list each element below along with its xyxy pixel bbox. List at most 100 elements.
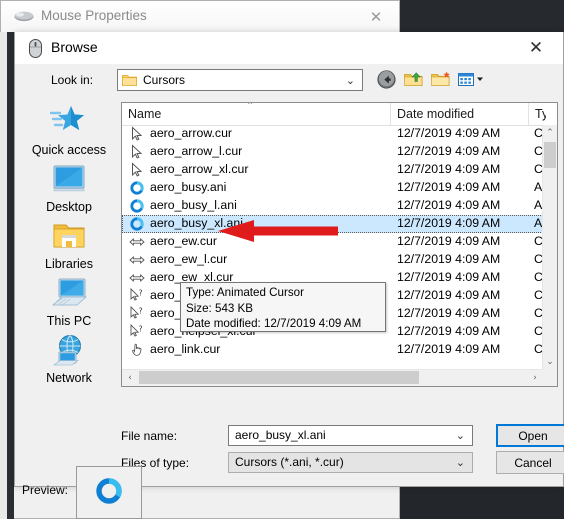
file-date-modified: 12/7/2019 4:09 AM — [397, 162, 501, 176]
table-row[interactable]: aero_ew_l.cur12/7/2019 4:09 AMCu — [122, 251, 545, 269]
help-select-cursor-icon: ? — [129, 305, 145, 322]
mouse-icon — [29, 39, 42, 58]
files-of-type-value: Cursors (*.ani, *.cur) — [235, 455, 344, 469]
browse-dialog-title: Browse — [51, 39, 98, 55]
chevron-down-icon[interactable]: ⌄ — [456, 429, 465, 442]
file-date-modified: 12/7/2019 4:09 AM — [397, 126, 501, 140]
sidebar-item-label: Libraries — [45, 257, 93, 271]
this-pc-icon — [21, 273, 117, 313]
file-date-modified: 12/7/2019 4:09 AM — [397, 324, 501, 338]
file-name: aero_arrow_l.cur — [150, 144, 243, 158]
link-hand-cursor-icon — [129, 342, 145, 358]
files-of-type-select[interactable]: Cursors (*.ani, *.cur) ⌄ — [228, 452, 473, 473]
file-date-modified: 12/7/2019 4:09 AM — [397, 288, 501, 302]
file-date-modified: 12/7/2019 4:09 AM — [397, 180, 501, 194]
sidebar-item-label: This PC — [46, 314, 92, 328]
open-button[interactable]: Open — [496, 424, 564, 447]
table-row[interactable]: aero_link.cur12/7/2019 4:09 AMCu — [122, 341, 545, 359]
network-globe-icon — [21, 330, 117, 370]
table-row[interactable]: aero_busy_l.ani12/7/2019 4:09 AMAn — [122, 197, 545, 215]
mouse-properties-titlebar: Mouse Properties ✕ — [1, 1, 399, 33]
busy-ring-cursor-icon — [129, 216, 145, 232]
lookin-value: Cursors — [143, 73, 186, 87]
close-icon[interactable]: ✕ — [517, 32, 555, 64]
file-date-modified: 12/7/2019 4:09 AM — [397, 270, 501, 284]
browse-titlebar: Browse ✕ — [15, 32, 563, 64]
busy-ring-cursor-icon — [94, 476, 124, 509]
horizontal-scroll-thumb[interactable] — [139, 371, 419, 384]
file-name: aero_busy_l.ani — [150, 198, 237, 212]
scroll-right-icon[interactable]: › — [527, 370, 543, 385]
svg-text:?: ? — [139, 306, 143, 315]
table-row[interactable]: aero_arrow_xl.cur12/7/2019 4:09 AMCu — [122, 161, 545, 179]
chevron-down-icon[interactable]: ⌄ — [456, 456, 465, 469]
arrow-cursor-icon — [129, 162, 145, 178]
file-name-input[interactable]: aero_busy_xl.ani ⌄ — [228, 425, 473, 446]
red-arrow-annotation — [216, 218, 338, 244]
file-name-value: aero_busy_xl.ani — [235, 428, 326, 442]
file-date-modified: 12/7/2019 4:09 AM — [397, 234, 501, 248]
busy-ring-cursor-icon — [129, 180, 145, 196]
sidebar-item-libraries[interactable]: Libraries — [21, 216, 117, 271]
desktop-background — [400, 0, 564, 32]
tooltip-type: Type: Animated Cursor — [186, 286, 304, 299]
horizontal-scrollbar[interactable]: ‹ › — [122, 369, 543, 386]
file-tooltip: Type: Animated Cursor Size: 543 KB Date … — [180, 282, 386, 332]
table-row[interactable]: aero_busy.ani12/7/2019 4:09 AMAn — [122, 179, 545, 197]
places-sidebar: Quick access Desktop Libraries This PC N… — [21, 102, 117, 387]
file-date-modified: 12/7/2019 4:09 AM — [397, 252, 501, 266]
file-name: aero_ew_l.cur — [150, 252, 228, 266]
arrow-cursor-icon — [129, 126, 145, 142]
file-name: aero_busy.ani — [150, 180, 227, 194]
resize-ew-cursor-icon — [129, 252, 145, 268]
lookin-row: Look in: Cursors ⌄ — [15, 64, 563, 97]
help-select-cursor-icon: ? — [129, 323, 145, 340]
up-folder-icon[interactable] — [402, 68, 425, 91]
browse-dialog: Browse ✕ Look in: Cursors ⌄ Quick access… — [14, 32, 564, 487]
scroll-left-icon[interactable]: ‹ — [122, 370, 138, 385]
chevron-down-icon[interactable]: ⌄ — [346, 74, 355, 87]
file-list-column-headers: Name ⌃ Date modified Ty — [122, 101, 557, 126]
sidebar-item-this-pc[interactable]: This PC — [21, 273, 117, 328]
file-date-modified: 12/7/2019 4:09 AM — [397, 342, 501, 356]
close-icon[interactable]: ✕ — [353, 1, 399, 32]
scroll-up-icon[interactable]: ⌃ — [543, 125, 557, 141]
new-folder-icon[interactable] — [429, 68, 452, 91]
back-button[interactable] — [375, 68, 398, 91]
scrollbar-corner — [543, 370, 557, 386]
sidebar-item-label: Network — [46, 371, 92, 385]
lookin-label: Look in: — [51, 73, 94, 87]
column-header-date-modified[interactable]: Date modified — [391, 103, 529, 125]
sidebar-item-network[interactable]: Network — [21, 330, 117, 385]
sidebar-item-label: Desktop — [46, 200, 92, 214]
table-row[interactable]: aero_arrow_l.cur12/7/2019 4:09 AMCu — [122, 143, 545, 161]
file-date-modified: 12/7/2019 4:09 AM — [397, 216, 501, 230]
sidebar-item-quick-access[interactable]: Quick access — [21, 102, 117, 157]
scroll-down-icon[interactable]: ⌄ — [543, 354, 557, 370]
mouse-properties-left-edge — [0, 32, 7, 519]
cancel-button[interactable]: Cancel — [496, 451, 564, 474]
preview-label: Preview: — [22, 483, 69, 497]
views-grid-icon[interactable] — [456, 68, 490, 91]
lookin-combobox[interactable]: Cursors ⌄ — [117, 69, 363, 91]
column-header-type[interactable]: Ty — [529, 103, 546, 125]
libraries-folder-icon — [21, 216, 117, 256]
file-name: aero_arrow_xl.cur — [150, 162, 249, 176]
svg-text:?: ? — [139, 288, 143, 297]
file-name: aero_link.cur — [150, 342, 221, 356]
resize-ew-cursor-icon — [129, 234, 145, 250]
file-date-modified: 12/7/2019 4:09 AM — [397, 198, 501, 212]
tooltip-size: Size: 543 KB — [186, 301, 254, 315]
arrow-cursor-icon — [129, 144, 145, 160]
folder-icon — [122, 73, 137, 87]
mouse-properties-title: Mouse Properties — [41, 8, 147, 23]
file-date-modified: 12/7/2019 4:09 AM — [397, 306, 501, 320]
tooltip-date: Date modified: 12/7/2019 4:09 AM — [186, 317, 362, 330]
sidebar-item-desktop[interactable]: Desktop — [21, 159, 117, 214]
file-name-label: File name: — [121, 429, 178, 443]
file-name: aero_arrow.cur — [150, 126, 233, 140]
vertical-scrollbar[interactable]: ⌃ ⌄ — [542, 125, 557, 370]
column-header-name[interactable]: Name ⌃ — [122, 101, 391, 125]
vertical-scroll-thumb[interactable] — [544, 142, 556, 168]
table-row[interactable]: aero_arrow.cur12/7/2019 4:09 AMCu — [122, 125, 545, 143]
